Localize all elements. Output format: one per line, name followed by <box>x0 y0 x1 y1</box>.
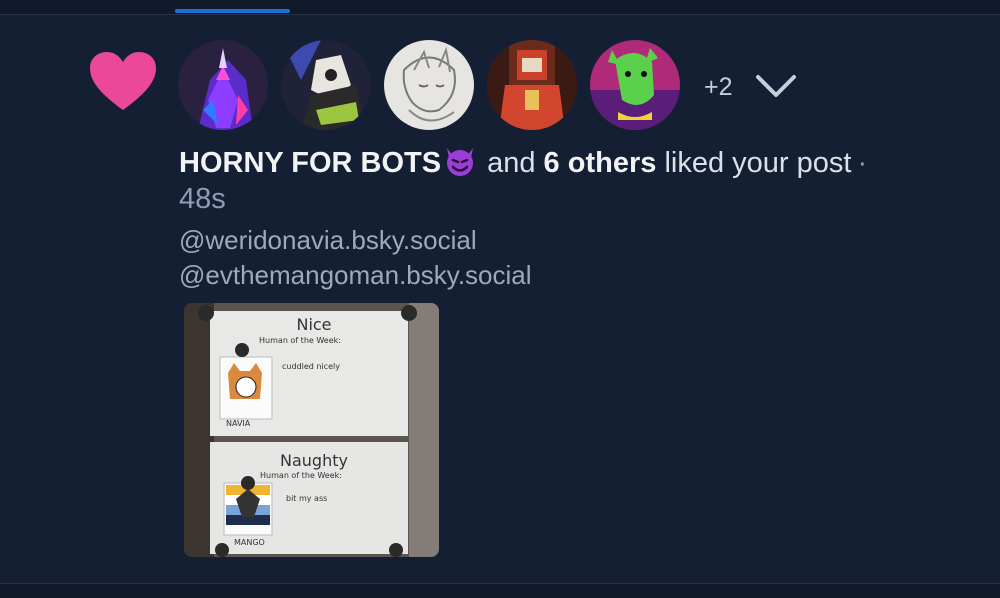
avatar[interactable] <box>281 40 371 130</box>
chevron-down-icon[interactable] <box>755 73 797 101</box>
post-image-thumbnail[interactable]: Nice Human of the Week: cuddled nicely N… <box>184 303 439 557</box>
avatar[interactable] <box>178 40 268 130</box>
board-subtitle: Human of the Week: <box>260 471 342 480</box>
notification-text: HORNY FOR BOTS and 6 others liked your p… <box>179 144 979 217</box>
timestamp: 48s <box>179 183 226 215</box>
active-tab-indicator <box>175 9 290 13</box>
others-link[interactable]: 6 others <box>544 147 657 179</box>
avatar[interactable] <box>590 40 680 130</box>
bottom-bar <box>0 583 1000 598</box>
board-title: Nice <box>296 315 331 334</box>
board-subtitle: Human of the Week: <box>259 336 341 345</box>
board-title: Naughty <box>280 451 348 470</box>
action-text: liked your post <box>664 147 852 179</box>
heart-icon <box>90 52 156 110</box>
board-note: cuddled nicely <box>282 362 340 371</box>
board-name: MANGO <box>234 538 265 547</box>
board-name: NAVIA <box>226 419 251 428</box>
separator: · <box>857 147 868 179</box>
avatar[interactable] <box>487 40 577 130</box>
smiling-devil-icon <box>447 148 474 176</box>
liker-name[interactable]: HORNY FOR BOTS <box>179 147 441 179</box>
more-likers-count[interactable]: +2 <box>704 73 733 102</box>
post-handle[interactable]: @weridonavia.bsky.social <box>179 225 477 256</box>
board-note: bit my ass <box>286 494 327 503</box>
and-text: and <box>487 147 536 179</box>
liker-avatars <box>178 40 680 130</box>
post-handle[interactable]: @evthemangoman.bsky.social <box>179 260 532 291</box>
avatar[interactable] <box>384 40 474 130</box>
top-tab-bar <box>0 0 1000 15</box>
